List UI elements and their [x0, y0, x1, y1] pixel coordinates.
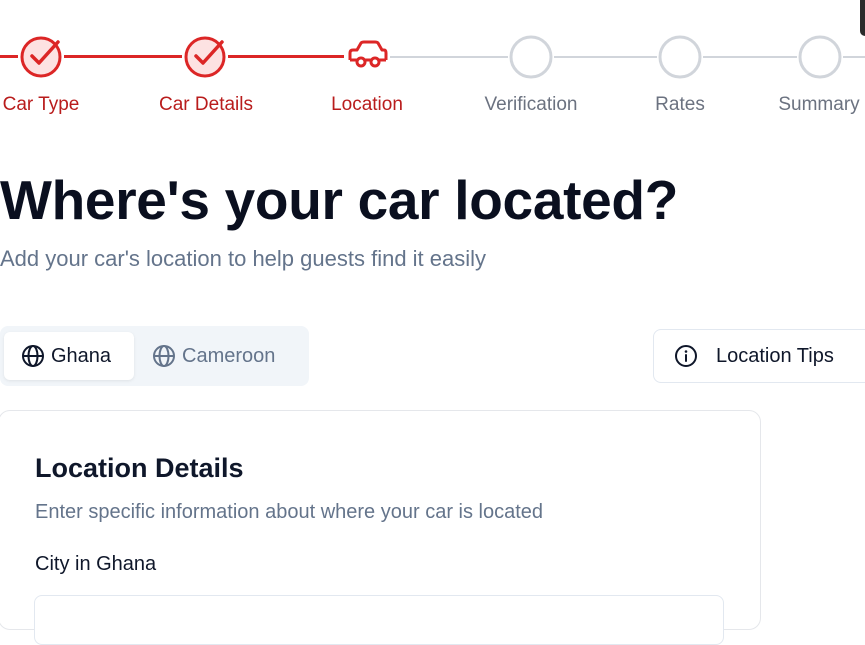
page-title: Where's your car located? — [0, 169, 679, 231]
location-tips-button[interactable]: Location Tips — [653, 329, 865, 383]
step-label-rates[interactable]: Rates — [655, 94, 705, 116]
step-label-car-type[interactable]: Car Type — [3, 94, 80, 116]
tab-ghana-label: Ghana — [51, 344, 112, 367]
tab-ghana[interactable]: Ghana — [4, 332, 134, 380]
city-field-label: City in Ghana — [35, 553, 157, 575]
car-icon — [348, 40, 388, 68]
empty-circle-icon — [658, 35, 702, 79]
empty-circle-icon — [509, 35, 553, 79]
window-edge — [860, 0, 865, 36]
check-circle-icon — [20, 36, 62, 78]
location-details-card: Location Details Enter specific informat… — [0, 410, 761, 645]
empty-circle-icon — [798, 35, 842, 79]
tab-cameroon[interactable]: Cameroon — [150, 332, 300, 380]
step-car-type-icon[interactable] — [18, 34, 64, 80]
card-title: Location Details — [35, 453, 244, 483]
globe-icon — [153, 345, 175, 367]
check-circle-icon — [184, 36, 226, 78]
step-label-summary[interactable]: Summary — [778, 94, 859, 116]
page-subtitle: Add your car's location to help guests f… — [0, 246, 487, 271]
step-location-icon[interactable] — [344, 34, 390, 80]
info-icon — [675, 345, 697, 367]
step-summary-icon[interactable] — [797, 34, 843, 80]
card-description: Enter specific information about where y… — [35, 501, 544, 523]
step-label-car-details[interactable]: Car Details — [159, 94, 253, 116]
city-select[interactable] — [34, 595, 724, 645]
step-label-verification[interactable]: Verification — [485, 94, 578, 116]
step-rates-icon[interactable] — [657, 34, 703, 80]
step-verification-icon[interactable] — [508, 34, 554, 80]
stepper-remaining-line — [390, 56, 865, 58]
globe-icon — [22, 345, 44, 367]
step-label-location[interactable]: Location — [331, 94, 403, 116]
location-tips-label: Location Tips — [716, 344, 834, 367]
tab-cameroon-label: Cameroon — [182, 344, 276, 367]
country-tabs: Ghana Cameroon — [0, 326, 309, 386]
step-car-details-icon[interactable] — [182, 34, 228, 80]
